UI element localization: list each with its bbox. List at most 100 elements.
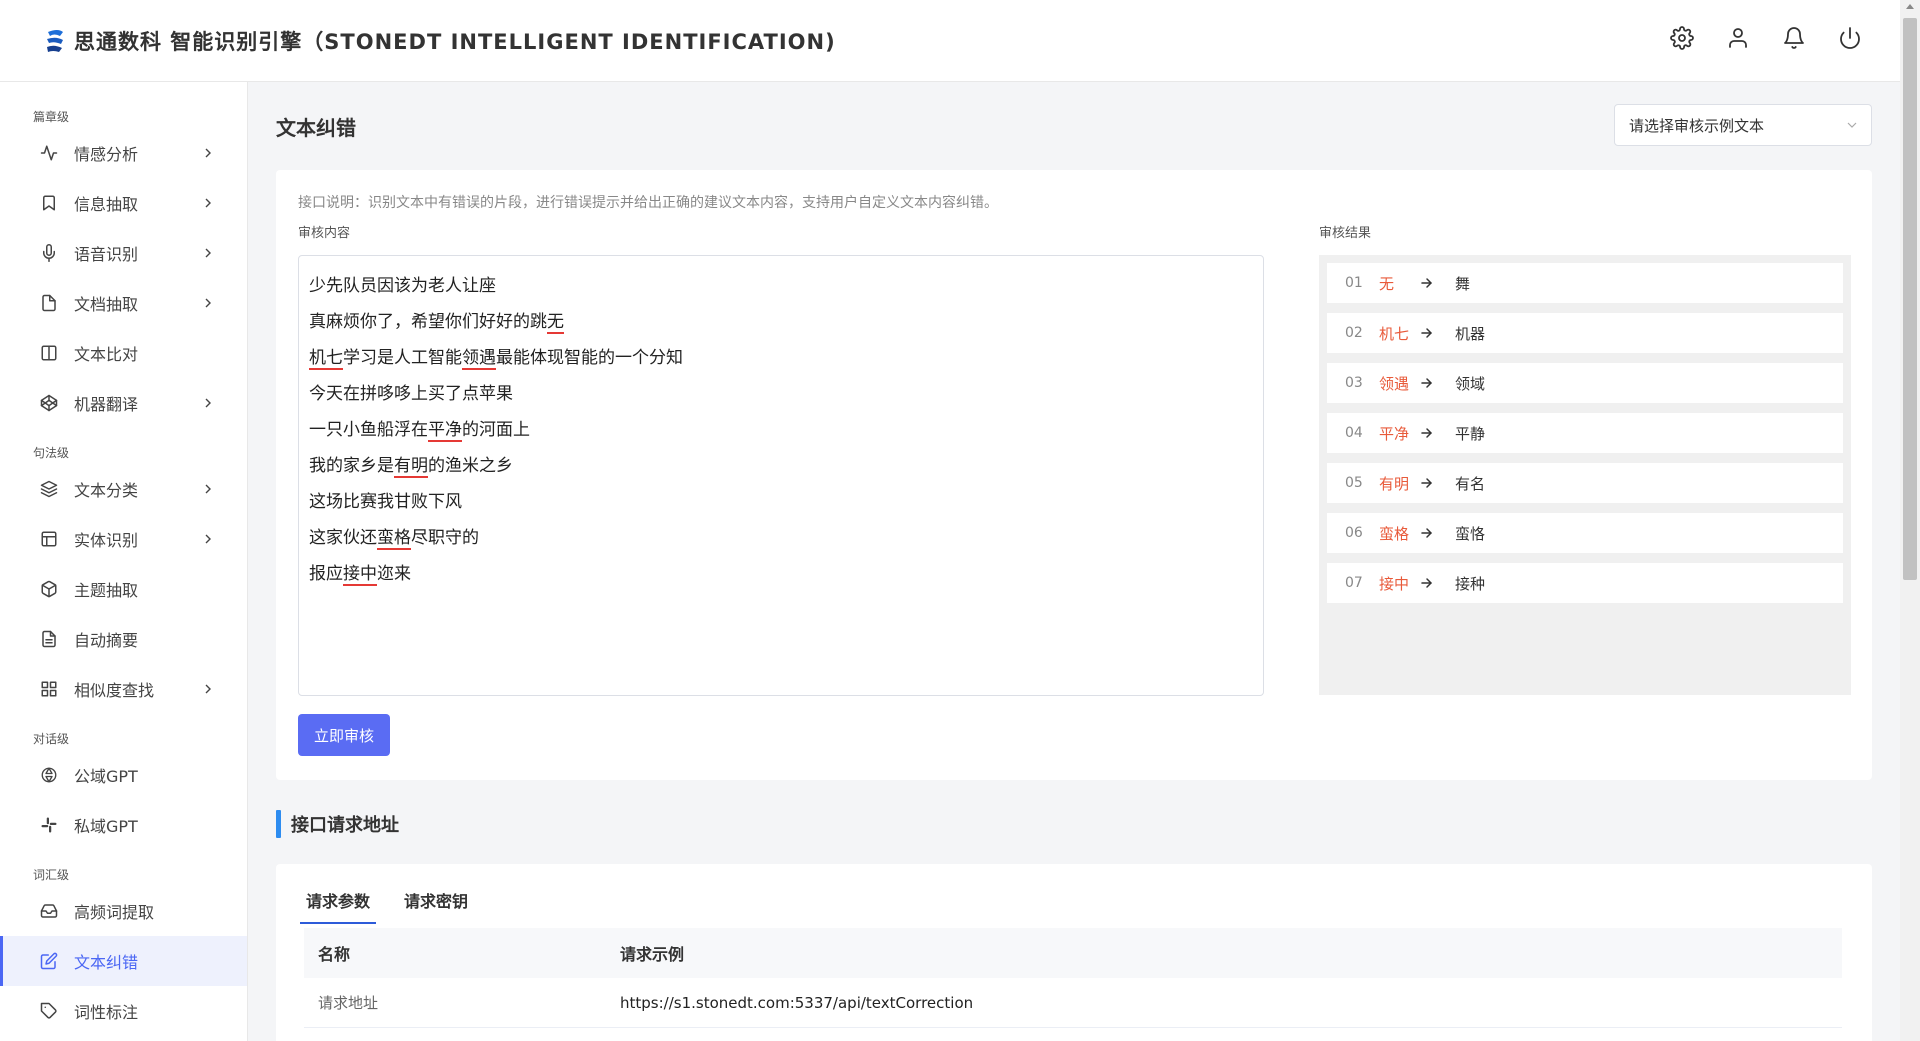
sidebar-item-public-gpt[interactable]: 公域GPT (0, 750, 247, 800)
arrow-right-icon (1421, 278, 1432, 288)
result-number: 05 (1345, 475, 1363, 491)
result-row[interactable]: 07 接中 接种 (1327, 563, 1843, 603)
result-correct-text: 蛮恪 (1455, 524, 1486, 543)
text-segment: 的河面上 (462, 420, 530, 440)
sidebar-item-topic[interactable]: 主题抽取 (0, 564, 247, 614)
chevron-right-icon (205, 484, 211, 494)
text-segment: 这场比赛我甘败下风 (309, 492, 462, 512)
result-row[interactable]: 04 平净 平静 (1327, 413, 1843, 453)
result-row[interactable]: 06 蛮格 蛮恪 (1327, 513, 1843, 553)
result-wrong-text: 无 (1379, 274, 1395, 293)
arrow-right-icon (1421, 578, 1432, 588)
sidebar-item-text-correction[interactable]: 文本纠错 (0, 936, 247, 986)
text-segment: 学习是人工智能 (343, 348, 462, 368)
result-row[interactable]: 02 机七 机器 (1327, 313, 1843, 353)
arrow-right-icon (1421, 528, 1432, 538)
submit-review-button[interactable]: 立即审核 (298, 714, 390, 756)
tag-icon (40, 1002, 57, 1019)
chevron-down-icon (1847, 122, 1857, 128)
scroll-up-arrow-icon[interactable] (1906, 4, 1914, 9)
result-correct-text: 有名 (1455, 474, 1486, 493)
user-icon[interactable] (1726, 26, 1750, 50)
chevron-right-icon (205, 298, 211, 308)
api-request-card: 请求参数 请求密钥 名称 请求示例 请求地址 https://s1.stoned… (276, 864, 1872, 1041)
sidebar-item-text-compare[interactable]: 文本比对 (0, 328, 247, 378)
table-row: 请求地址 https://s1.stonedt.com:5337/api/tex… (304, 978, 1842, 1028)
sidebar-group-label: 篇章级 (33, 110, 70, 124)
sidebar-item-label: 相似度查找 (74, 681, 155, 700)
error-segment[interactable]: 接中 (343, 564, 377, 586)
text-segment: 尽职守的 (411, 528, 479, 548)
error-segment[interactable]: 蛮格 (377, 528, 411, 550)
grid-icon (41, 681, 57, 697)
result-number: 04 (1345, 425, 1363, 441)
text-line: 机七学习是人工智能领遇最能体现智能的一个分知 (309, 340, 1253, 376)
chevron-right-icon (205, 248, 211, 258)
layout-icon (41, 531, 57, 547)
logo[interactable]: 思通数科 智能识别引擎（STONEDT INTELLIGENT IDENTIFI… (44, 26, 836, 56)
sidebar-item-high-freq[interactable]: 高频词提取 (0, 886, 247, 936)
review-text-area[interactable]: 少先队员因该为老人让座真麻烦你了，希望你们好好的跳无机七学习是人工智能领遇最能体… (298, 255, 1264, 696)
sidebar-item-speech[interactable]: 语音识别 (0, 228, 247, 278)
sidebar-item-info-extract[interactable]: 信息抽取 (0, 178, 247, 228)
bookmark-icon (43, 195, 55, 211)
sidebar-item-label: 私域GPT (74, 817, 138, 836)
chevron-right-icon (205, 198, 211, 208)
chevron-right-icon (205, 398, 211, 408)
text-line: 报应接中迩来 (309, 556, 1253, 592)
arrow-right-icon (1421, 478, 1432, 488)
sidebar-item-label: 自动摘要 (74, 631, 139, 650)
sidebar-group-label: 句法级 (33, 446, 70, 460)
text-segment: 的渔米之乡 (428, 456, 513, 476)
sidebar-item-label: 文本纠错 (74, 953, 139, 972)
result-label: 审核结果 (1319, 226, 1372, 241)
text-segment: 真麻烦你了，希望你们好好的跳 (309, 312, 547, 332)
sidebar-item-sentiment[interactable]: 情感分析 (0, 128, 247, 178)
result-row[interactable]: 01 无 舞 (1327, 263, 1843, 303)
example-text-select[interactable]: 请选择审核示例文本 (1614, 104, 1872, 146)
sidebar-item-similarity[interactable]: 相似度查找 (0, 664, 247, 714)
error-segment[interactable]: 有明 (394, 456, 428, 478)
sidebar-item-label: 信息抽取 (74, 195, 139, 214)
sidebar-item-summary[interactable]: 自动摘要 (0, 614, 247, 664)
sidebar-item-entity[interactable]: 实体识别 (0, 514, 247, 564)
sidebar-item-translate[interactable]: 机器翻译 (0, 378, 247, 428)
page-scrollbar[interactable] (1900, 0, 1920, 1041)
section-title: 接口请求地址 (276, 810, 399, 838)
sidebar-item-doc-extract[interactable]: 文档抽取 (0, 278, 247, 328)
section-title-text: 接口请求地址 (291, 815, 399, 836)
scrollbar-thumb[interactable] (1903, 18, 1917, 580)
table-cell[interactable]: https://s1.stonedt.com:5337/api/textCorr… (620, 994, 1842, 1012)
sidebar-item-text-classify[interactable]: 文本分类 (0, 464, 247, 514)
sidebar-item-label: 词性标注 (74, 1003, 139, 1022)
error-segment[interactable]: 无 (547, 312, 564, 334)
table-header: 名称 请求示例 (304, 928, 1842, 978)
text-segment: 最能体现智能的一个分知 (496, 348, 683, 368)
result-wrong-text: 机七 (1379, 324, 1410, 343)
select-placeholder: 请选择审核示例文本 (1629, 116, 1765, 135)
error-segment[interactable]: 领遇 (462, 348, 496, 370)
sidebar-item-label: 情感分析 (74, 145, 139, 164)
error-segment[interactable]: 平净 (428, 420, 462, 442)
input-label: 审核内容 (298, 226, 351, 241)
gear-icon[interactable] (1670, 26, 1694, 50)
sidebar: 篇章级 情感分析 信息抽取 语音识别 文档抽取 文本比对 机器翻译 句法级 文本… (0, 82, 248, 1041)
error-segment[interactable]: 机七 (309, 348, 343, 370)
text-line: 我的家乡是有明的渔米之乡 (309, 448, 1253, 484)
sidebar-item-pos-tagging[interactable]: 词性标注 (0, 986, 247, 1036)
bell-icon[interactable] (1782, 26, 1806, 50)
tab-request-key[interactable]: 请求密钥 (398, 878, 474, 922)
power-icon[interactable] (1838, 26, 1862, 50)
result-row[interactable]: 03 领遇 领域 (1327, 363, 1843, 403)
result-wrong-text: 平净 (1379, 424, 1410, 443)
text-line: 少先队员因该为老人让座 (309, 268, 1253, 304)
result-correct-text: 舞 (1455, 274, 1471, 293)
layers-icon (40, 480, 58, 498)
correction-card: 接口说明：识别文本中有错误的片段，进行错误提示并给出正确的建议文本内容，支持用户… (276, 170, 1872, 780)
sidebar-item-label: 文档抽取 (74, 295, 139, 314)
result-row[interactable]: 05 有明 有名 (1327, 463, 1843, 503)
openai-icon (41, 767, 57, 783)
sidebar-item-private-gpt[interactable]: 私域GPT (0, 800, 247, 850)
tab-request-params[interactable]: 请求参数 (300, 878, 377, 924)
params-table: 名称 请求示例 请求地址 https://s1.stonedt.com:5337… (304, 928, 1842, 1028)
